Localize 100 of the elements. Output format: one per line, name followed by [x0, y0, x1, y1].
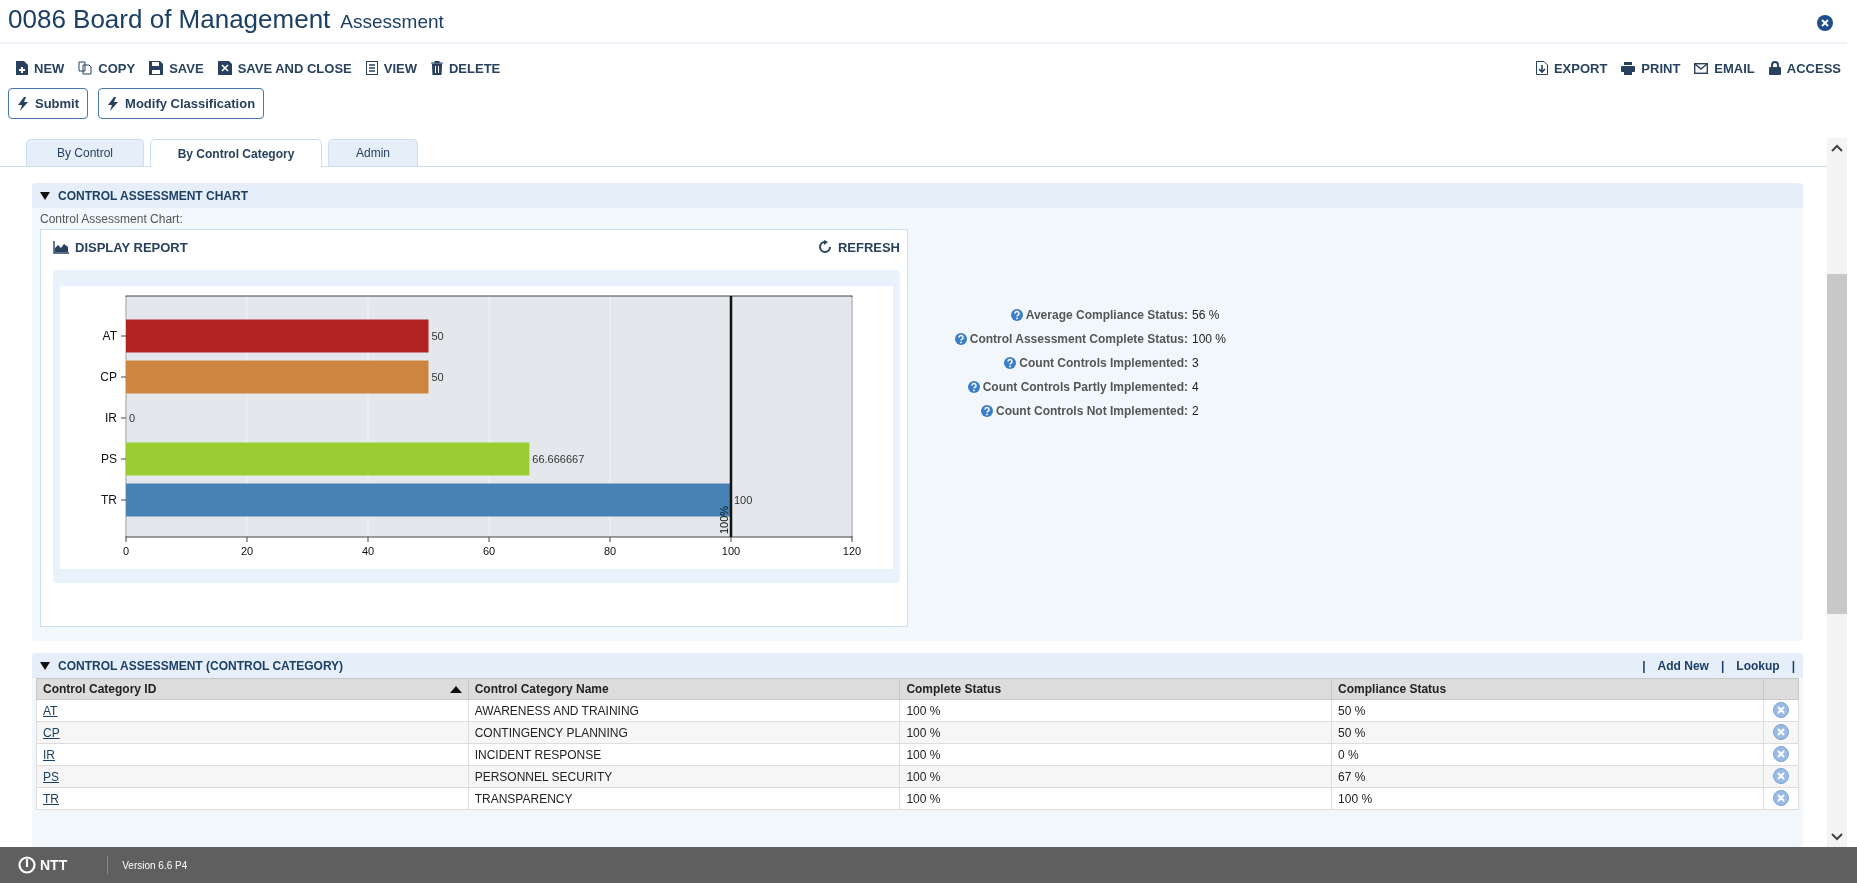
toolbar-button[interactable]: EMAIL: [1694, 60, 1755, 76]
save-close-icon: [217, 61, 232, 75]
bar-value-label: 100: [734, 494, 753, 506]
stat-value: 2: [1192, 403, 1200, 420]
help-icon[interactable]: [1004, 357, 1017, 369]
separator: |: [1791, 658, 1795, 673]
document-icon: [365, 61, 378, 75]
id-link[interactable]: AT: [43, 703, 58, 718]
remove-icon[interactable]: [1772, 723, 1789, 740]
tick-label: 40: [361, 545, 375, 557]
reference-line-label: 100%: [718, 505, 730, 534]
id-link[interactable]: TR: [43, 791, 59, 806]
stat-label: Control Assessment Complete Status:: [969, 332, 1188, 346]
toolbar-button[interactable]: SAVE AND CLOSE: [217, 60, 352, 76]
toolbar-button[interactable]: NEW: [16, 60, 65, 76]
action-button[interactable]: Modify Classification: [98, 88, 265, 119]
vertical-scrollbar[interactable]: [1827, 138, 1847, 847]
remove-icon[interactable]: [1772, 767, 1789, 784]
section-title[interactable]: CONTROL ASSESSMENT (CONTROL CATEGORY): [58, 658, 344, 673]
help-icon[interactable]: [981, 405, 993, 417]
export-icon: [1535, 61, 1548, 75]
separator: |: [1720, 658, 1725, 673]
separator: |: [1642, 658, 1646, 673]
stat-label: Count Controls Not Implemented:: [996, 404, 1188, 418]
column-header[interactable]: Compliance Status: [1331, 678, 1764, 700]
tick-label: 120: [842, 545, 862, 557]
table-cell: 100 %: [1331, 787, 1764, 810]
toolbar-button[interactable]: EXPORT: [1535, 60, 1608, 76]
column-header[interactable]: Control Category ID: [36, 678, 469, 700]
tick-label: 20: [240, 545, 254, 557]
table-cell: PERSONNEL SECURITY: [468, 765, 900, 788]
table-cell: AWARENESS AND TRAINING: [468, 699, 900, 722]
refresh-button[interactable]: REFRESH: [817, 239, 900, 255]
section-title[interactable]: CONTROL ASSESSMENT CHART: [58, 188, 248, 203]
bar-value-label: 50: [431, 330, 444, 342]
table-cell: 100 %: [899, 743, 1332, 766]
id-link[interactable]: PS: [43, 769, 59, 784]
tick-label: 0: [122, 545, 130, 557]
collapse-triangle-icon[interactable]: [40, 660, 50, 671]
stat-label: Count Controls Partly Implemented:: [982, 380, 1188, 394]
lock-icon: [1768, 61, 1781, 75]
stat-label: Average Compliance Status:: [1025, 308, 1188, 322]
tick-label: 60: [482, 545, 496, 557]
display-report-button[interactable]: DISPLAY REPORT: [53, 239, 188, 255]
table-cell: TRANSPARENCY: [468, 787, 900, 810]
logo-text: NTT: [40, 857, 68, 873]
id-link[interactable]: CP: [43, 725, 60, 740]
lightning-icon: [107, 96, 120, 111]
remove-icon[interactable]: [1772, 701, 1789, 718]
power-icon: [18, 856, 36, 874]
axis-label: CP: [100, 370, 117, 384]
table-cell: 0 %: [1331, 743, 1764, 766]
scroll-up-icon[interactable]: [1831, 144, 1843, 152]
table-cell: 100 %: [899, 765, 1332, 788]
help-icon[interactable]: [954, 333, 967, 345]
scroll-down-icon[interactable]: [1831, 833, 1843, 841]
id-link[interactable]: IR: [43, 747, 55, 762]
header-link[interactable]: Add New: [1657, 658, 1709, 673]
tick-label: 80: [603, 545, 617, 557]
axis-label: PS: [101, 452, 117, 466]
header-link[interactable]: Lookup: [1736, 658, 1780, 673]
action-button[interactable]: Submit: [8, 88, 89, 119]
collapse-triangle-icon[interactable]: [40, 190, 50, 201]
printer-icon: [1621, 61, 1636, 75]
area-chart-icon: [53, 240, 69, 254]
new-document-icon: [16, 61, 28, 75]
copy-icon: [78, 61, 93, 75]
refresh-icon: [817, 240, 832, 254]
tab[interactable]: Admin: [328, 139, 418, 166]
column-header[interactable]: Control Category Name: [468, 678, 900, 700]
toolbar-button[interactable]: VIEW: [365, 60, 417, 76]
version-text: Version 6.6 P4: [122, 859, 188, 871]
toolbar-button[interactable]: SAVE: [149, 60, 204, 76]
toolbar-button[interactable]: PRINT: [1621, 60, 1681, 76]
bar-value-label: 0: [129, 412, 136, 424]
table-cell: 50 %: [1331, 721, 1764, 744]
field-label: Control Assessment Chart:: [40, 212, 184, 226]
stat-value: 3: [1192, 355, 1200, 372]
table-cell: 100 %: [899, 721, 1332, 744]
stat-value: 4: [1192, 379, 1200, 396]
table-cell: 50 %: [1331, 699, 1764, 722]
stat-value: 100 %: [1192, 331, 1228, 348]
bar-value-label: 50: [431, 371, 444, 383]
bar-value-label: 66.666667: [532, 453, 585, 465]
help-icon[interactable]: [967, 381, 980, 393]
tab[interactable]: By Control: [26, 139, 144, 166]
stat-value: 56 %: [1192, 307, 1221, 324]
tab[interactable]: By Control Category: [150, 139, 322, 167]
page-title: 0086 Board of Management: [8, 4, 331, 35]
close-icon[interactable]: [1817, 15, 1833, 31]
axis-label: TR: [101, 493, 117, 507]
remove-icon[interactable]: [1772, 745, 1789, 762]
remove-icon[interactable]: [1772, 789, 1789, 806]
toolbar-button[interactable]: DELETE: [431, 60, 501, 76]
help-icon[interactable]: [1010, 309, 1023, 321]
axis-label: AT: [102, 329, 117, 343]
toolbar-button[interactable]: ACCESS: [1768, 60, 1841, 76]
toolbar-button[interactable]: COPY: [78, 60, 136, 76]
table-cell: CONTINGENCY PLANNING: [468, 721, 900, 744]
column-header[interactable]: Complete Status: [899, 678, 1332, 700]
